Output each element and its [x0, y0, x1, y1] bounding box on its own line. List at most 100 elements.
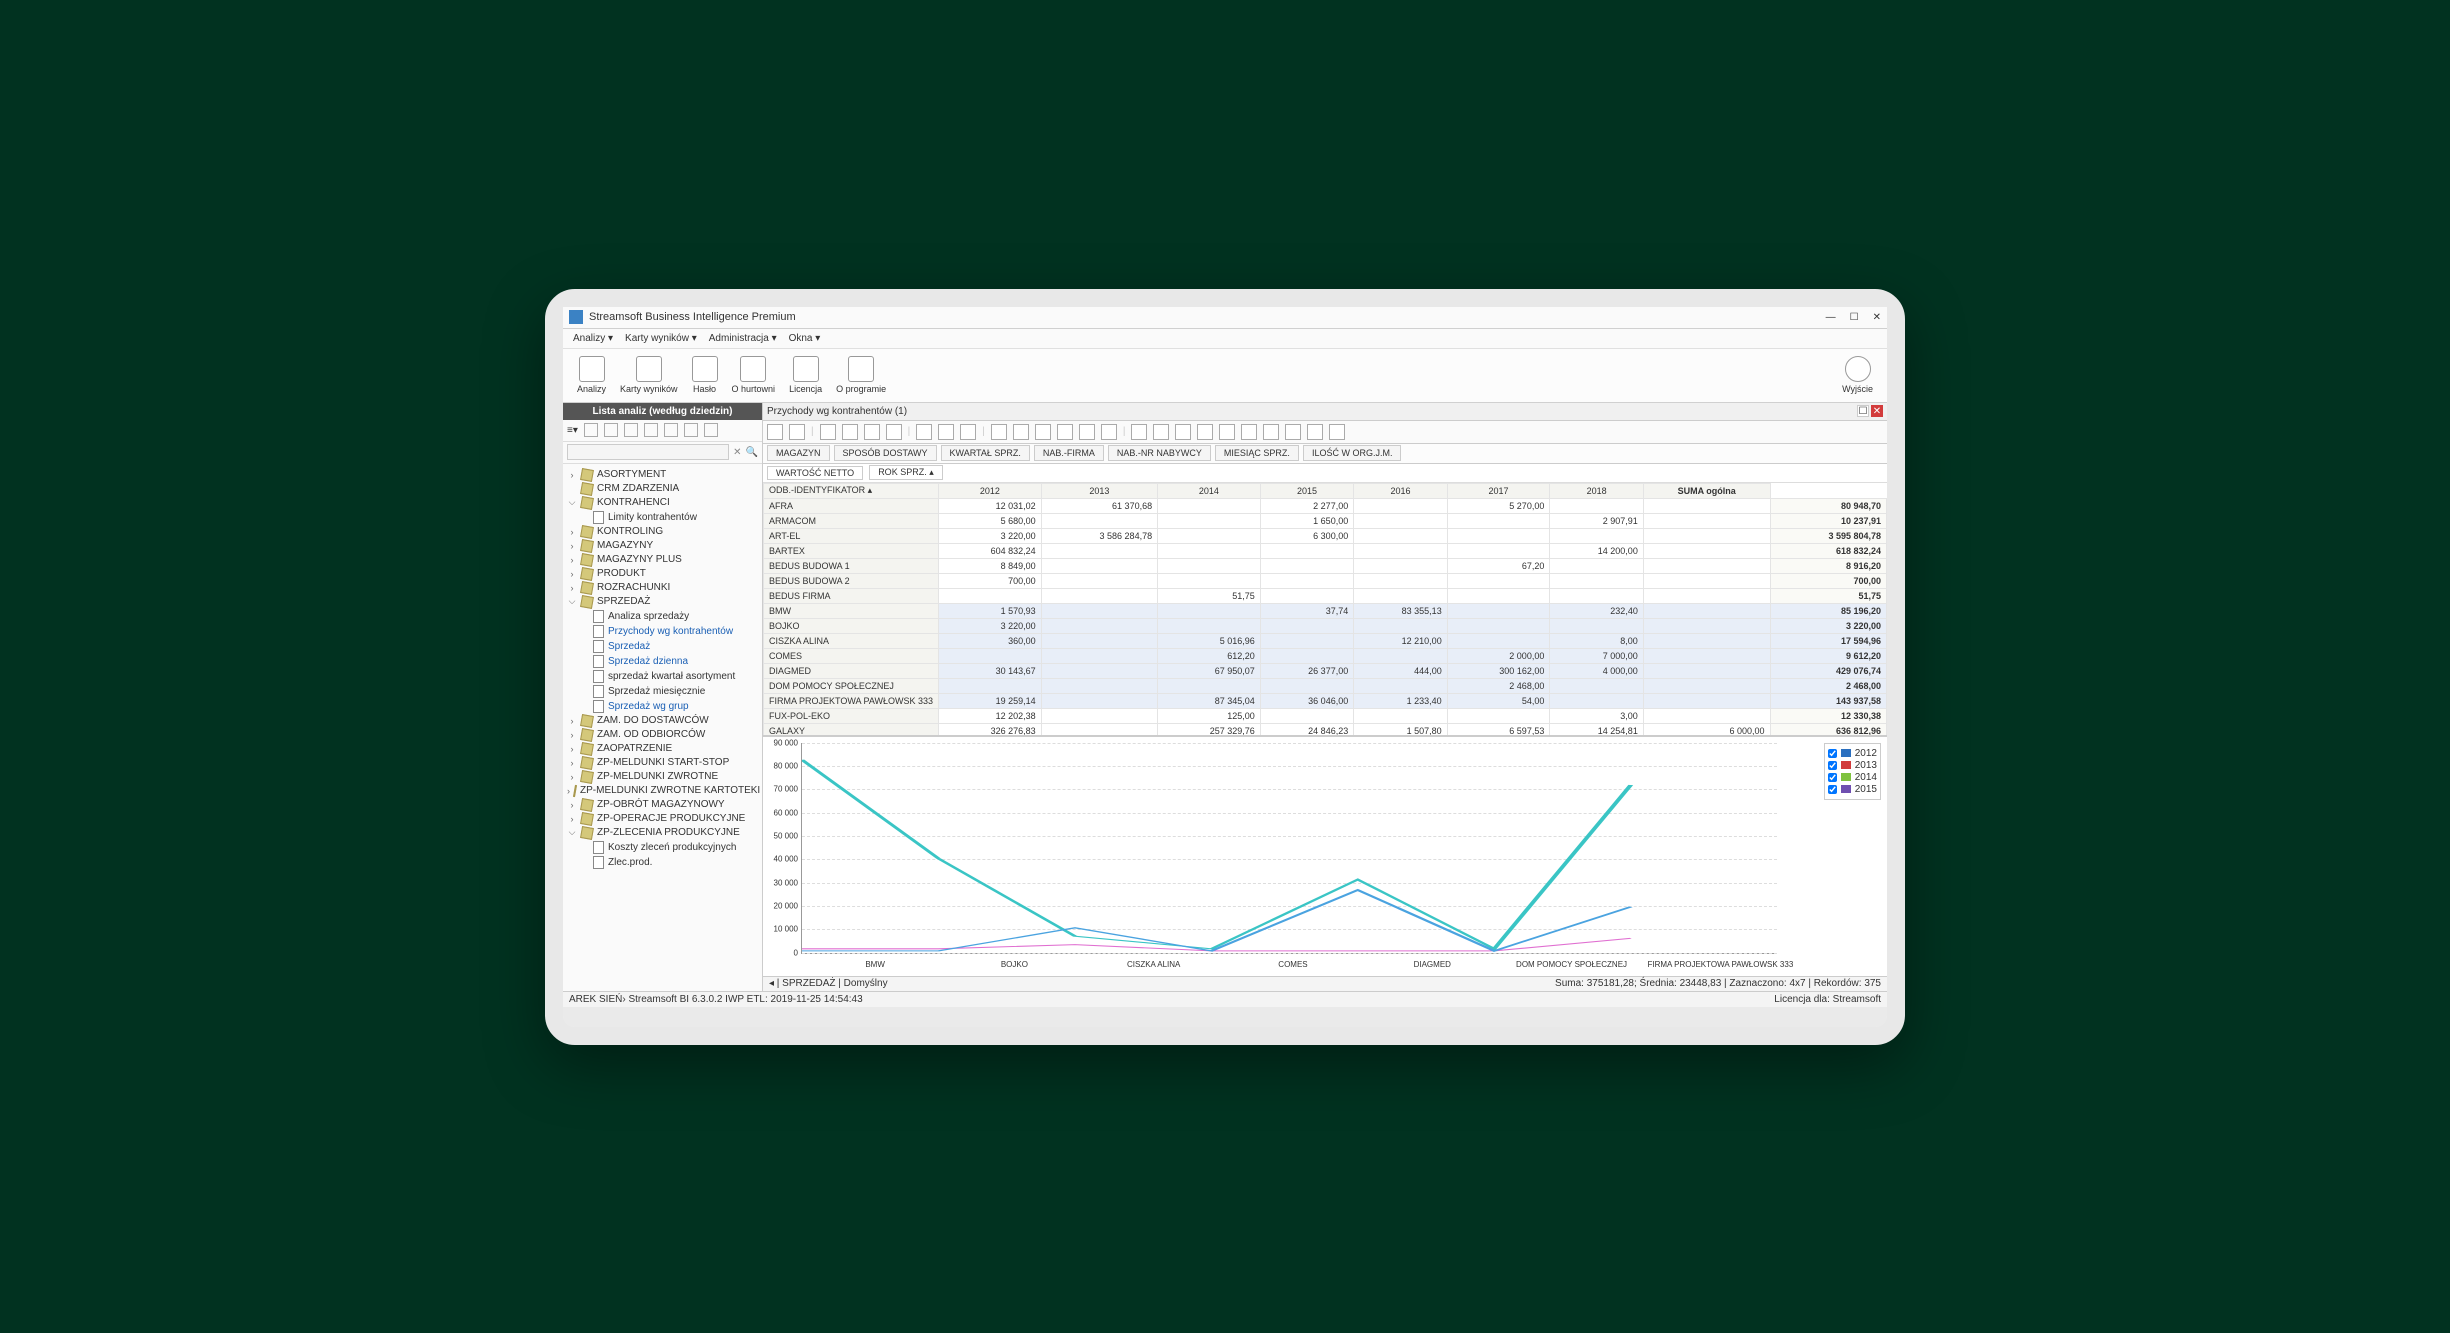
toolbar-icon[interactable]	[864, 424, 880, 440]
pivot-col-dim[interactable]: ROK SPRZ. ▴	[869, 465, 943, 480]
tree-node[interactable]: Sprzedaż wg grup	[565, 699, 760, 714]
ribbon-o-programie[interactable]: O programie	[830, 354, 892, 396]
toolbar-icon[interactable]	[1285, 424, 1301, 440]
sidebar-tool-5[interactable]	[664, 423, 678, 437]
toolbar-icon[interactable]	[1153, 424, 1169, 440]
tree-node[interactable]: ⌵ZP-ZLECENIA PRODUKCYJNE	[565, 826, 760, 840]
tree-node[interactable]: ⌵SPRZEDAŻ	[565, 595, 760, 609]
ribbon-wyjscie[interactable]: Wyjście	[1836, 354, 1879, 396]
tree-node[interactable]: Limity kontrahentów	[565, 510, 760, 525]
tree-node[interactable]: ›ZP-MELDUNKI ZWROTNE KARTOTEKI	[565, 784, 760, 798]
tree-node[interactable]: ›ZP-OPERACJE PRODUKCYJNE	[565, 812, 760, 826]
pivot-grid[interactable]: ODB.-IDENTYFIKATOR ▴20122013201420152016…	[763, 483, 1887, 736]
field-chip[interactable]: ILOŚĆ W ORG.J.M.	[1303, 445, 1402, 461]
chart-legend[interactable]: 2012201320142015	[1824, 743, 1881, 800]
tree-node[interactable]: Sprzedaż	[565, 639, 760, 654]
toolbar-icon[interactable]	[1013, 424, 1029, 440]
sidebar-menu-icon[interactable]: ≡▾	[567, 425, 578, 436]
tree-node[interactable]: ›ASORTYMENT	[565, 468, 760, 482]
toolbar-icon[interactable]	[1219, 424, 1235, 440]
ribbon-haslo[interactable]: Hasło	[686, 354, 724, 396]
legend-checkbox[interactable]	[1828, 773, 1837, 782]
toolbar-icon[interactable]	[1197, 424, 1213, 440]
tree-node[interactable]: ›MAGAZYNY PLUS	[565, 553, 760, 567]
document-tab[interactable]: Przychody wg kontrahentów (1)	[767, 406, 907, 417]
tree-node[interactable]: ›ZAOPATRZENIE	[565, 742, 760, 756]
ribbon-analizy[interactable]: Analizy	[571, 354, 612, 396]
toolbar-icon[interactable]	[1101, 424, 1117, 440]
toolbar-icon[interactable]	[960, 424, 976, 440]
clear-icon[interactable]: ✕	[729, 447, 745, 458]
toolbar-icon[interactable]	[1035, 424, 1051, 440]
maximize-button[interactable]: ☐	[1850, 312, 1859, 323]
tab-close-button[interactable]: ✕	[1871, 405, 1883, 417]
tree-node[interactable]: ›KONTROLING	[565, 525, 760, 539]
tree-node[interactable]: ›ZAM. DO DOSTAWCÓW	[565, 714, 760, 728]
sidebar-tree[interactable]: ›ASORTYMENTCRM ZDARZENIA⌵KONTRAHENCILimi…	[563, 464, 762, 991]
sidebar-tool-6[interactable]	[684, 423, 698, 437]
field-chip[interactable]: MIESIĄC SPRZ.	[1215, 445, 1299, 461]
sidebar-tool-1[interactable]	[584, 423, 598, 437]
ribbon-licencja[interactable]: Licencja	[783, 354, 828, 396]
toolbar-icon[interactable]	[938, 424, 954, 440]
toolbar-icon[interactable]	[1241, 424, 1257, 440]
sidebar-tool-7[interactable]	[704, 423, 718, 437]
toolbar-icon[interactable]	[767, 424, 783, 440]
tree-node[interactable]: Sprzedaż miesięcznie	[565, 684, 760, 699]
pivot-measure[interactable]: WARTOŚĆ NETTO	[767, 466, 863, 480]
field-chip[interactable]: MAGAZYN	[767, 445, 830, 461]
toolbar-icon[interactable]	[991, 424, 1007, 440]
toolbar-icon[interactable]	[916, 424, 932, 440]
menu-karty-wynikow[interactable]: Karty wyników ▾	[621, 331, 701, 346]
sidebar-search-input[interactable]	[567, 444, 729, 460]
toolbar-icon[interactable]	[1079, 424, 1095, 440]
tree-node[interactable]: ›ZP-MELDUNKI START-STOP	[565, 756, 760, 770]
tree-node[interactable]: ›ZP-OBRÓT MAGAZYNOWY	[565, 798, 760, 812]
sidebar-tool-3[interactable]	[624, 423, 638, 437]
toolbar-icon[interactable]	[1175, 424, 1191, 440]
toolbar-icon[interactable]	[820, 424, 836, 440]
toolbar-icon[interactable]	[1057, 424, 1073, 440]
toolbar-icon[interactable]	[1307, 424, 1323, 440]
tree-node[interactable]: Sprzedaż dzienna	[565, 654, 760, 669]
chart-plot[interactable]: 010 00020 00030 00040 00050 00060 00070 …	[801, 743, 1777, 954]
tree-node[interactable]: ›ZAM. OD ODBIORCÓW	[565, 728, 760, 742]
ribbon-o-hurtowni[interactable]: O hurtowni	[726, 354, 782, 396]
search-icon[interactable]: 🔍	[746, 447, 758, 458]
sidebar-tool-4[interactable]	[644, 423, 658, 437]
toolbar-icon[interactable]	[842, 424, 858, 440]
tree-node[interactable]: sprzedaż kwartał asortyment	[565, 669, 760, 684]
legend-checkbox[interactable]	[1828, 785, 1837, 794]
field-chip[interactable]: KWARTAŁ SPRZ.	[941, 445, 1030, 461]
legend-checkbox[interactable]	[1828, 749, 1837, 758]
field-chip[interactable]: NAB.-NR NABYWCY	[1108, 445, 1211, 461]
tree-node[interactable]: Koszty zleceń produkcyjnych	[565, 840, 760, 855]
minimize-button[interactable]: —	[1826, 312, 1836, 323]
close-button[interactable]: ✕	[1873, 312, 1881, 323]
toolbar-icon[interactable]	[1131, 424, 1147, 440]
tree-node[interactable]: ›PRODUKT	[565, 567, 760, 581]
field-chip[interactable]: SPOSÓB DOSTAWY	[834, 445, 937, 461]
field-chip[interactable]: NAB.-FIRMA	[1034, 445, 1104, 461]
tab-maximize-button[interactable]: ☐	[1857, 405, 1869, 417]
toolbar-icon[interactable]	[1329, 424, 1345, 440]
tree-node[interactable]: ›ROZRACHUNKI	[565, 581, 760, 595]
ribbon-karty-wynikow[interactable]: Karty wyników	[614, 354, 684, 396]
breadcrumb[interactable]: ◂ | SPRZEDAŻ | Domyślny	[769, 978, 888, 989]
menu-administracja[interactable]: Administracja ▾	[705, 331, 781, 346]
tree-node[interactable]: ›ZP-MELDUNKI ZWROTNE	[565, 770, 760, 784]
tree-node[interactable]: Zlec.prod.	[565, 855, 760, 870]
tree-node[interactable]: CRM ZDARZENIA	[565, 482, 760, 496]
tree-node[interactable]: ⌵KONTRAHENCI	[565, 496, 760, 510]
toolbar-icon[interactable]	[886, 424, 902, 440]
legend-checkbox[interactable]	[1828, 761, 1837, 770]
sidebar-tool-2[interactable]	[604, 423, 618, 437]
menu-okna[interactable]: Okna ▾	[785, 331, 825, 346]
tree-node[interactable]: Przychody wg kontrahentów	[565, 624, 760, 639]
app-status-bar: AREK SIEŃ› Streamsoft BI 6.3.0.2 IWP ETL…	[563, 991, 1887, 1007]
tree-node[interactable]: Analiza sprzedaży	[565, 609, 760, 624]
menu-analizy[interactable]: Analizy ▾	[569, 331, 617, 346]
toolbar-icon[interactable]	[1263, 424, 1279, 440]
tree-node[interactable]: ›MAGAZYNY	[565, 539, 760, 553]
toolbar-icon[interactable]	[789, 424, 805, 440]
